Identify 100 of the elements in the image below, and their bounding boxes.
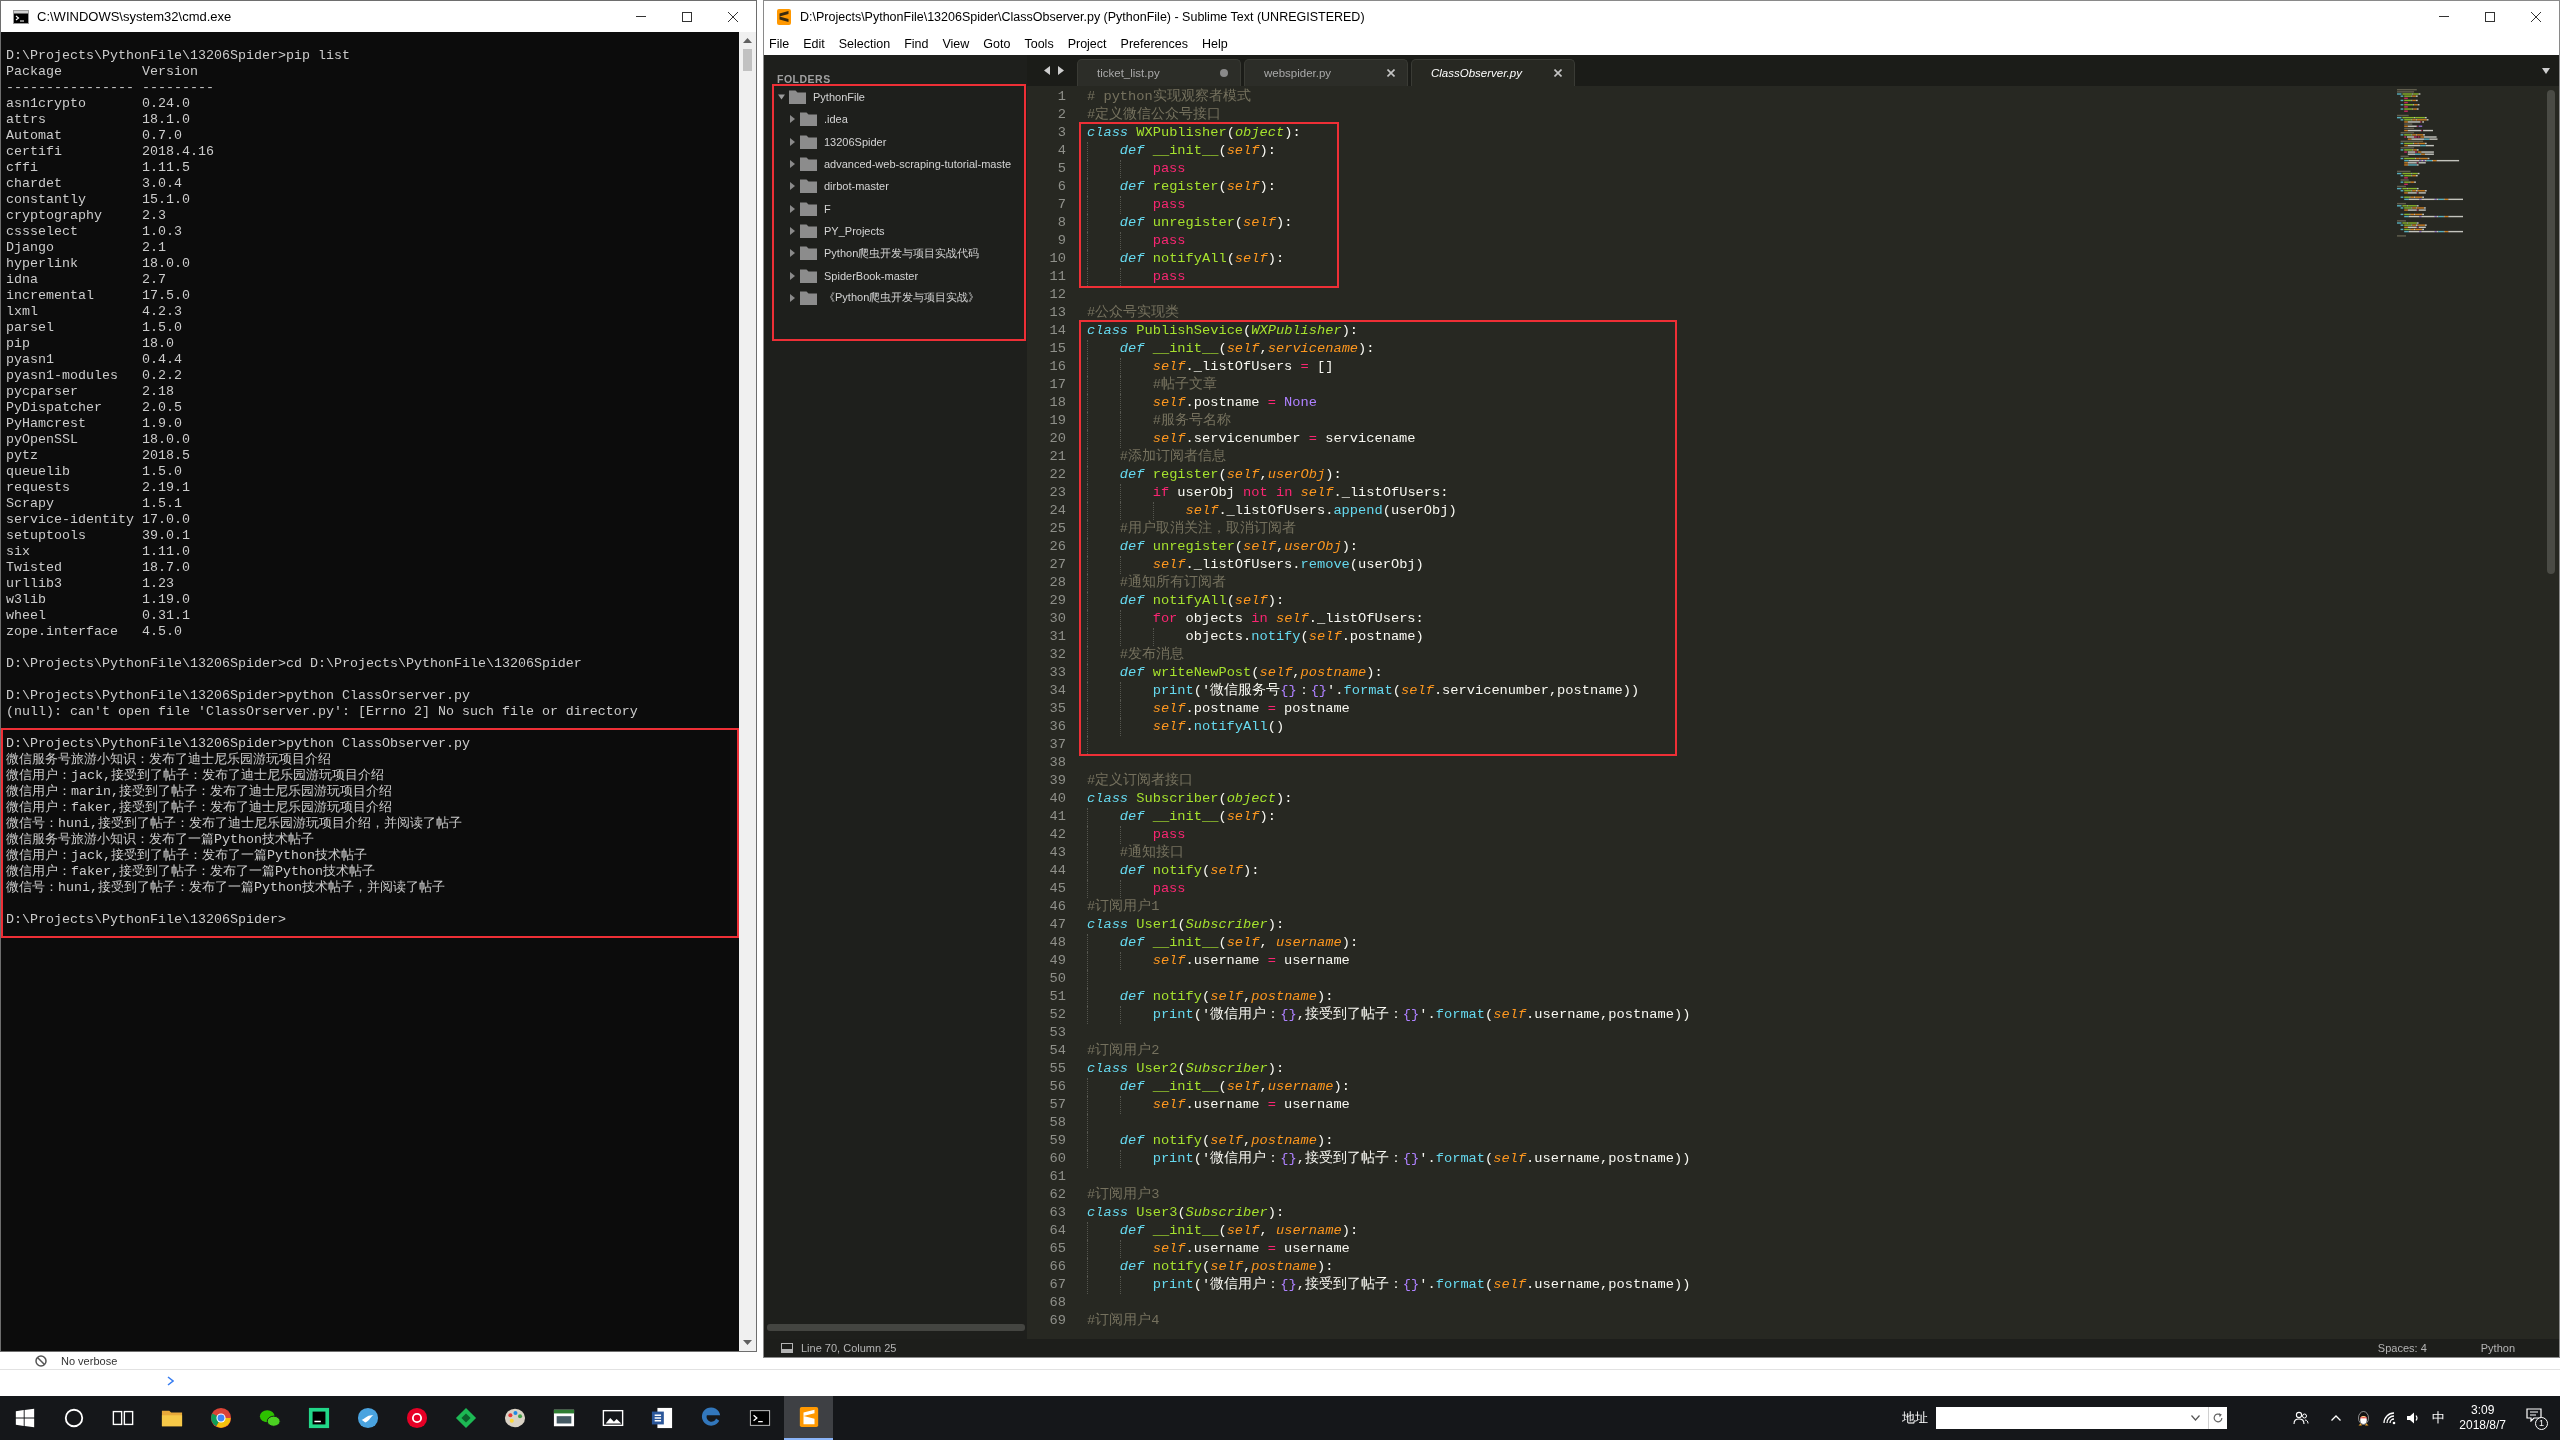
menu-item[interactable]: Project bbox=[1067, 36, 1107, 51]
code-line: def unregister(self): bbox=[1119, 214, 1293, 232]
stripes-tile-icon[interactable] bbox=[797, 1406, 820, 1428]
code-line: self.servicenumber = servicename bbox=[1152, 430, 1416, 448]
caret-right-icon[interactable] bbox=[789, 271, 796, 280]
menu-item[interactable]: Find bbox=[904, 36, 929, 51]
menu-item[interactable]: Selection bbox=[838, 36, 891, 51]
package-version: 2018.5 bbox=[141, 448, 190, 463]
caret-right-icon[interactable] bbox=[789, 115, 796, 124]
input-method-indicator[interactable]: 中 bbox=[2432, 1409, 2446, 1427]
folder-item[interactable]: PythonFile bbox=[774, 87, 865, 108]
folder-item[interactable]: 13206Spider bbox=[785, 131, 887, 152]
maximize-icon[interactable] bbox=[682, 11, 692, 22]
people-icon[interactable] bbox=[2293, 1411, 2310, 1425]
document-icon[interactable] bbox=[650, 1407, 673, 1429]
caret-right-icon[interactable] bbox=[789, 182, 796, 191]
arrow-down-icon[interactable] bbox=[743, 1340, 752, 1345]
package-version: 0.2.2 bbox=[141, 368, 182, 383]
package-name: parsel bbox=[6, 320, 54, 335]
clock-time[interactable]: 3:09 bbox=[2470, 1403, 2495, 1418]
taskbar-button[interactable] bbox=[784, 1396, 833, 1440]
filter-label[interactable]: No verbose bbox=[61, 1354, 118, 1367]
code-line: def __init__(self): bbox=[1119, 142, 1276, 160]
penguin-icon[interactable] bbox=[2357, 1410, 2371, 1426]
panel-icon[interactable] bbox=[781, 1343, 793, 1353]
window-icon[interactable] bbox=[552, 1407, 575, 1429]
tab[interactable]: ticket_list.py bbox=[1077, 59, 1241, 86]
swirl-icon[interactable] bbox=[699, 1407, 722, 1429]
menu-item[interactable]: Help bbox=[1201, 36, 1228, 51]
blocked-circle-icon[interactable] bbox=[35, 1354, 47, 1367]
image-icon[interactable] bbox=[601, 1407, 624, 1429]
package-name: cffi bbox=[6, 160, 38, 175]
package-version: 18.7.0 bbox=[141, 560, 190, 575]
app-tile-icon[interactable] bbox=[307, 1407, 330, 1429]
line-number: 16 bbox=[1049, 359, 1066, 374]
scrollbar-thumb[interactable] bbox=[2547, 90, 2555, 574]
folder-item[interactable]: F bbox=[785, 198, 831, 219]
package-name: cssselect bbox=[6, 224, 78, 239]
arrow-right-icon[interactable] bbox=[1058, 66, 1064, 75]
caret-right-icon[interactable] bbox=[789, 249, 796, 258]
caret-down-icon[interactable] bbox=[2542, 67, 2550, 74]
disc-icon[interactable] bbox=[356, 1407, 379, 1429]
search-icon[interactable] bbox=[62, 1407, 85, 1429]
address-field[interactable] bbox=[1936, 1407, 2228, 1429]
folder-item[interactable]: dirbot-master bbox=[785, 176, 889, 197]
arrow-up-icon[interactable] bbox=[743, 38, 752, 43]
indentation-setting[interactable]: Spaces: 4 bbox=[2377, 1342, 2427, 1354]
line-number: 65 bbox=[1049, 1241, 1066, 1256]
folder-item[interactable]: PY_Projects bbox=[785, 220, 885, 241]
caret-right-icon[interactable] bbox=[789, 137, 796, 146]
menu-item[interactable]: Goto bbox=[983, 36, 1011, 51]
close-icon[interactable] bbox=[2531, 11, 2541, 22]
start-icon[interactable] bbox=[13, 1407, 36, 1429]
speech-bubbles-icon[interactable] bbox=[258, 1407, 281, 1429]
menu-item[interactable]: View bbox=[942, 36, 970, 51]
caret-down-icon[interactable] bbox=[778, 93, 785, 102]
caret-right-icon[interactable] bbox=[789, 204, 796, 213]
folder-icon bbox=[800, 179, 817, 194]
scrollbar-thumb[interactable] bbox=[743, 49, 752, 71]
tab[interactable]: webspider.py bbox=[1244, 59, 1408, 86]
package-version: 1.5.0 bbox=[141, 464, 182, 479]
syntax-mode[interactable]: Python bbox=[2480, 1342, 2515, 1354]
palette-icon[interactable] bbox=[503, 1407, 526, 1429]
folder-item[interactable]: Python爬虫开发与项目实战代码 bbox=[785, 243, 980, 264]
cursor-position: Line 70, Column 25 bbox=[801, 1342, 897, 1354]
caret-right-icon[interactable] bbox=[789, 226, 796, 235]
code-line: #发布消息 bbox=[1119, 646, 1185, 664]
tab[interactable]: ClassObserver.py bbox=[1411, 59, 1575, 86]
folder-item[interactable]: 《Python爬虫开发与项目实战》 bbox=[785, 287, 980, 308]
terminal-icon[interactable] bbox=[748, 1407, 771, 1429]
caret-right-icon[interactable] bbox=[789, 160, 796, 169]
clock-date[interactable]: 2018/8/7 bbox=[2459, 1418, 2506, 1433]
menu-item[interactable]: File bbox=[769, 36, 790, 51]
menu-item[interactable]: Preferences bbox=[1120, 36, 1188, 51]
line-number: 44 bbox=[1049, 863, 1066, 878]
folder-item[interactable]: advanced-web-scraping-tutorial-maste bbox=[785, 154, 1012, 175]
close-icon[interactable] bbox=[728, 11, 738, 22]
package-version: 0.24.0 bbox=[141, 96, 190, 111]
folder-item[interactable]: SpiderBook-master bbox=[785, 265, 919, 286]
horizontal-scrollbar[interactable] bbox=[767, 1324, 1025, 1331]
arrow-left-icon[interactable] bbox=[1044, 66, 1050, 75]
package-name: PyDispatcher bbox=[6, 400, 102, 415]
console-line: D:\Projects\PythonFile\13206Spider>cd D:\Projects\PythonFile\13206Spider bbox=[6, 656, 582, 671]
caret-down-icon[interactable] bbox=[2191, 1415, 2201, 1421]
chevron-up-icon[interactable] bbox=[2331, 1415, 2342, 1421]
menu-item[interactable]: Tools bbox=[1024, 36, 1054, 51]
swirl-disc-icon[interactable] bbox=[405, 1407, 428, 1429]
notification-icon[interactable] bbox=[2526, 1408, 2542, 1422]
speaker-icon[interactable] bbox=[2406, 1411, 2421, 1425]
folder-item[interactable]: .idea bbox=[785, 109, 848, 130]
menu-item[interactable]: Edit bbox=[803, 36, 825, 51]
segmented-circle-icon[interactable] bbox=[209, 1407, 232, 1429]
minimap-drawing[interactable] bbox=[2397, 89, 2463, 238]
diamond-icon[interactable] bbox=[454, 1407, 477, 1429]
maximize-icon[interactable] bbox=[2485, 11, 2495, 22]
caret-right-icon[interactable] bbox=[789, 293, 796, 302]
unsaved-dot-icon[interactable] bbox=[1220, 69, 1228, 77]
code-line: def notify(self,postname): bbox=[1119, 1132, 1334, 1150]
vertical-scrollbar[interactable] bbox=[739, 32, 756, 1351]
package-name: setuptools bbox=[6, 528, 86, 543]
